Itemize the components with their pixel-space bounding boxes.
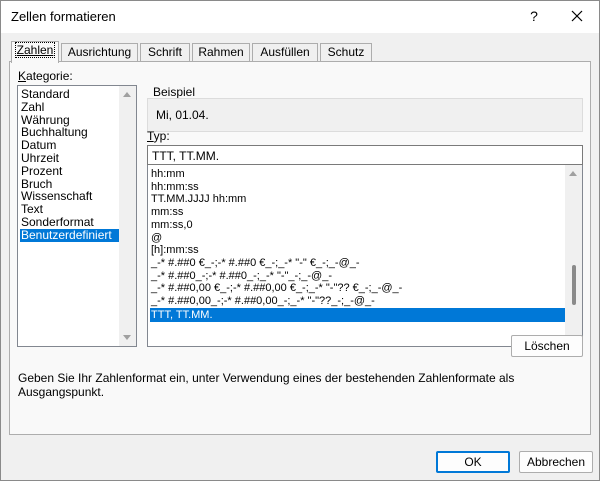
format-item[interactable]: hh:mm:ss: [150, 181, 567, 193]
dialog-title: Zellen formatieren: [11, 9, 116, 24]
scroll-thumb[interactable]: [572, 265, 576, 305]
format-item[interactable]: _-* #.##0,00_-;-* #.##0,00_-;_-* "-"??_-…: [150, 295, 567, 307]
category-item[interactable]: Benutzerdefiniert: [20, 228, 119, 242]
format-item[interactable]: _-* #.##0_-;-* #.##0_-;_-* "-"_-;_-@_-: [150, 270, 567, 282]
delete-button[interactable]: Löschen: [511, 335, 583, 357]
tab-ausfuellen[interactable]: Ausfüllen: [252, 43, 318, 62]
format-item[interactable]: _-* #.##0 €_-;-* #.##0 €_-;_-* "-" €_-;_…: [150, 257, 567, 269]
hint-text: Geben Sie Ihr Zahlenformat ein, unter Ve…: [18, 371, 515, 399]
sample-value: Mi, 01.04.: [156, 108, 209, 122]
format-item[interactable]: mm:ss: [150, 206, 567, 218]
format-scrollbar[interactable]: [565, 165, 582, 346]
tab-rahmen[interactable]: Rahmen: [192, 43, 250, 62]
format-item[interactable]: hh:mm: [150, 168, 567, 180]
close-icon: [571, 10, 583, 22]
title-bar: Zellen formatieren ?: [1, 1, 599, 33]
category-label: Kategorie:: [18, 69, 73, 83]
format-item[interactable]: @: [150, 232, 567, 244]
type-input[interactable]: TTT, TT.MM.: [147, 145, 583, 165]
sample-label: Beispiel: [153, 85, 196, 99]
help-button[interactable]: ?: [519, 2, 549, 30]
format-cells-dialog: Zellen formatieren ? Zahlen Ausrichtung …: [0, 0, 600, 481]
category-listbox[interactable]: Standard Zahl Währung Buchhaltung Datum Uhrze…: [17, 85, 137, 347]
tab-schutz[interactable]: Schutz: [320, 43, 372, 62]
tab-schrift[interactable]: Schrift: [140, 43, 190, 62]
ok-button[interactable]: OK: [436, 451, 510, 473]
scroll-up-icon[interactable]: [569, 171, 577, 176]
format-item[interactable]: TTT, TT.MM.: [150, 307, 567, 322]
format-listbox[interactable]: hh:mm hh:mm:ss TT.MM.JJJJ hh:mm mm:ss mm:ss,…: [147, 165, 583, 347]
scroll-down-icon[interactable]: [123, 335, 131, 340]
format-item[interactable]: mm:ss,0: [150, 219, 567, 231]
tab-ausrichtung[interactable]: Ausrichtung: [61, 43, 138, 62]
category-scrollbar[interactable]: [119, 86, 136, 346]
category-item[interactable]: Zahl: [20, 100, 44, 114]
sample-box: Mi, 01.04.: [147, 98, 583, 132]
type-label: Typ:: [147, 129, 170, 143]
format-item[interactable]: TT.MM.JJJJ hh:mm: [150, 193, 567, 205]
close-button[interactable]: [561, 2, 593, 30]
tab-zahlen[interactable]: Zahlen: [11, 41, 59, 63]
category-item[interactable]: Prozent: [20, 164, 62, 178]
cancel-button[interactable]: Abbrechen: [519, 451, 593, 473]
format-item[interactable]: [h]:mm:ss: [150, 244, 567, 256]
format-item[interactable]: _-* #.##0,00 €_-;-* #.##0,00 €_-;_-* "-"…: [150, 282, 567, 294]
scroll-up-icon[interactable]: [123, 92, 131, 97]
